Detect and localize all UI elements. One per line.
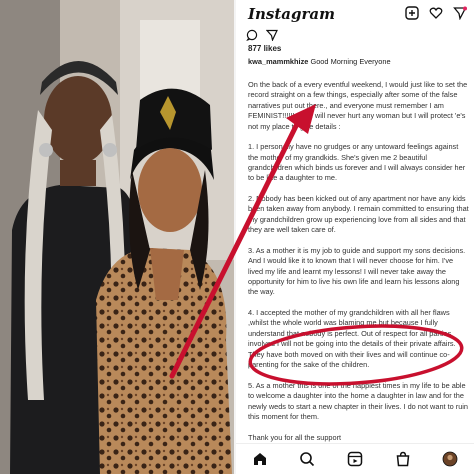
profile-icon[interactable] xyxy=(441,450,459,468)
photo-illustration xyxy=(0,0,236,474)
caption-text: Good Morning Everyone xyxy=(310,57,391,66)
post-body: On the back of a every eventful weekend,… xyxy=(248,80,469,453)
paragraph-4: 4. I accepted the mother of my grandchil… xyxy=(248,308,456,370)
instagram-logo: Instagram xyxy=(248,5,335,23)
top-icons xyxy=(404,5,468,21)
messenger-icon[interactable] xyxy=(452,5,468,21)
post-photo xyxy=(0,0,236,474)
home-icon[interactable] xyxy=(251,450,269,468)
shop-icon[interactable] xyxy=(394,450,412,468)
reels-icon[interactable] xyxy=(346,450,364,468)
likes-count[interactable]: 877 likes xyxy=(248,44,281,53)
caption: kwa_mammkhize Good Morning Everyone xyxy=(248,57,470,66)
heart-icon[interactable] xyxy=(428,5,444,21)
paragraph-1: 1. I personally have no grudges or any u… xyxy=(248,142,466,183)
paragraph-intro: On the back of a every eventful weekend,… xyxy=(248,80,468,131)
top-bar: Instagram xyxy=(236,0,474,28)
paragraph-thanks: Thank you for all the support xyxy=(248,432,342,442)
paragraph-2: 2. Nobody has been kicked out of any apa… xyxy=(248,194,469,235)
paragraph-5: 5. As a mother this is one of the happie… xyxy=(248,380,469,421)
paragraph-3: 3. As a mother it is my job to guide and… xyxy=(248,245,466,297)
search-icon[interactable] xyxy=(298,450,316,468)
bottom-nav xyxy=(236,443,474,474)
new-post-icon[interactable] xyxy=(404,5,420,21)
username[interactable]: kwa_mammkhize xyxy=(248,57,308,66)
instagram-screen: Instagram 877 likes kwa_mammkhize Good M… xyxy=(236,0,474,474)
